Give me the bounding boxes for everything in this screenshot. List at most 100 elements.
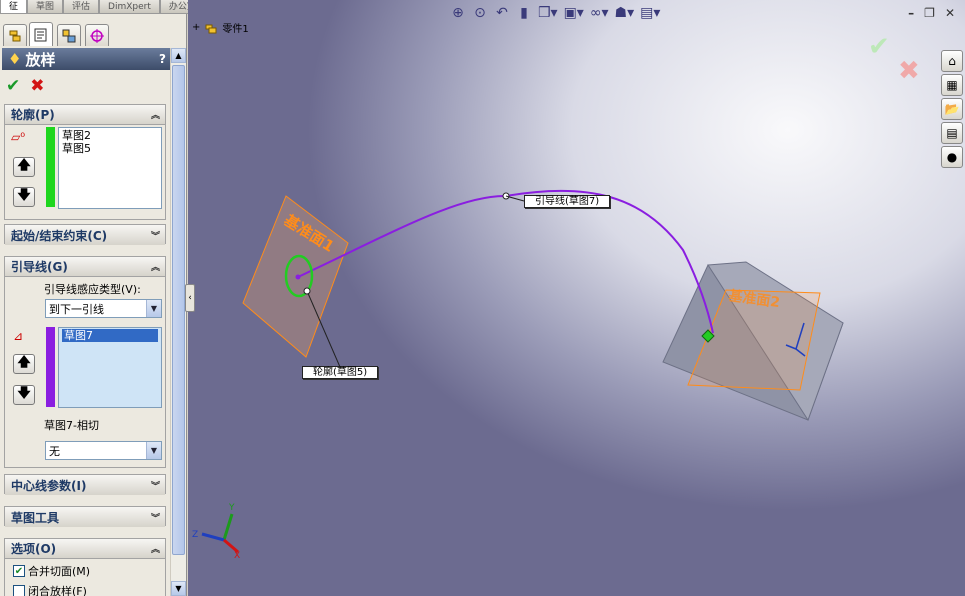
section-view-icon[interactable]: ▮ bbox=[516, 5, 532, 21]
start-end-group-header[interactable]: 起始/结束约束(C) ︾ bbox=[5, 225, 165, 245]
dimxpert-manager-tab[interactable] bbox=[85, 24, 109, 46]
list-item[interactable]: 草图5 bbox=[62, 142, 158, 155]
sketch-tools-group-header[interactable]: 草图工具 ︾ bbox=[5, 507, 165, 527]
edit-appearance-icon[interactable]: ☗▾ bbox=[615, 5, 635, 21]
confirm-cancel-icon[interactable]: ✖ bbox=[898, 56, 920, 86]
arrow-down-icon: 🡇 bbox=[17, 386, 31, 401]
list-item[interactable]: 草图2 bbox=[62, 129, 158, 142]
chevron-up-icon[interactable]: ︽ bbox=[151, 108, 160, 121]
zoom-to-fit-icon[interactable]: ⊕ bbox=[450, 5, 466, 21]
chevron-down-icon[interactable]: ︾ bbox=[151, 479, 160, 492]
options-heading: 选项(O) bbox=[11, 542, 57, 556]
feature-tree-flyout[interactable]: + 零件1 bbox=[192, 20, 249, 35]
move-up-button[interactable]: 🡅 bbox=[13, 157, 35, 177]
list-item[interactable]: 草图7 bbox=[62, 329, 158, 342]
confirmation-corner: ✔ ✖ bbox=[868, 32, 920, 86]
configuration-manager-tab[interactable] bbox=[57, 24, 81, 46]
part-icon bbox=[205, 24, 217, 33]
model-scene: 基准面1 基准面2 Y Z X bbox=[192, 189, 844, 561]
guide-curves-heading: 引导线(G) bbox=[11, 260, 68, 274]
arrow-up-icon: 🡅 bbox=[17, 158, 31, 173]
profile-color-strip bbox=[46, 127, 55, 207]
centerline-heading: 中心线参数(I) bbox=[11, 478, 87, 493]
help-icon[interactable]: ? bbox=[159, 52, 166, 66]
guide-curve[interactable] bbox=[297, 189, 714, 334]
confirm-ok-icon[interactable]: ✔ bbox=[868, 32, 890, 62]
file-explorer-icon[interactable]: 📂 bbox=[941, 98, 963, 120]
apply-scene-icon[interactable]: ▤▾ bbox=[640, 5, 660, 21]
graphics-area[interactable]: 基准面1 基准面2 Y Z X 引导线(草图7) 轮廓(草图5) + 零件1 ⊕… bbox=[188, 0, 965, 596]
cancel-button[interactable]: ✖ bbox=[30, 76, 44, 96]
feature-manager-tab[interactable] bbox=[3, 24, 27, 46]
guide-curves-list[interactable]: 草图7 bbox=[58, 327, 162, 408]
panel-splitter-handle[interactable]: ‹ bbox=[185, 284, 195, 312]
profiles-heading: 轮廓(P) bbox=[11, 108, 55, 122]
profiles-group-header[interactable]: 轮廓(P) ︽ bbox=[5, 105, 165, 125]
sketch-tools-group: 草图工具 ︾ bbox=[4, 506, 166, 527]
guide-curves-group-header[interactable]: 引导线(G) ︽ bbox=[5, 257, 165, 277]
minimize-icon[interactable]: – bbox=[908, 6, 914, 20]
chevron-down-icon[interactable]: ▼ bbox=[146, 442, 161, 459]
property-manager-panel: ♦ 放样 ? ✔ ✖ 轮廓(P) ︽ ▱⁰ 🡅 🡇 草图2 草图5 起始/结束约… bbox=[0, 14, 187, 596]
view-palette-icon[interactable]: ▤ bbox=[941, 122, 963, 144]
property-manager-tab[interactable] bbox=[29, 22, 53, 46]
scroll-up-button[interactable]: ▲ bbox=[171, 48, 186, 63]
previous-view-icon[interactable]: ↶ bbox=[494, 5, 510, 21]
profiles-list[interactable]: 草图2 草图5 bbox=[58, 127, 162, 209]
loft-icon: ♦ bbox=[8, 50, 22, 68]
guide-curves-group: 引导线(G) ︽ 引导线感应类型(V): 到下一引线 ▼ ⊿ 🡅 🡇 草图7 草… bbox=[4, 256, 166, 468]
arrow-up-icon: 🡅 bbox=[17, 355, 31, 370]
chevron-up-icon[interactable]: ︽ bbox=[151, 260, 160, 273]
chevron-down-icon[interactable]: ︾ bbox=[151, 511, 160, 524]
close-loft-option[interactable]: 闭合放样(F) bbox=[13, 583, 87, 596]
display-style-icon[interactable]: ▣▾ bbox=[564, 5, 584, 21]
centerline-parameters-group: 中心线参数(I) ︾ bbox=[4, 474, 166, 495]
manager-tabs bbox=[0, 20, 170, 46]
view-orientation-icon[interactable]: ❒▾ bbox=[538, 5, 558, 21]
restore-icon[interactable]: ❐ bbox=[924, 6, 935, 20]
heads-up-view-toolbar: ⊕ ⊙ ↶ ▮ ❒▾ ▣▾ ∞▾ ☗▾ ▤▾ bbox=[450, 5, 660, 21]
zoom-area-icon[interactable]: ⊙ bbox=[472, 5, 488, 21]
arrow-down-icon: 🡇 bbox=[17, 188, 31, 203]
tab-evaluate[interactable]: 评估 bbox=[63, 0, 100, 14]
expand-icon[interactable]: + bbox=[192, 22, 200, 33]
close-loft-checkbox[interactable] bbox=[13, 585, 25, 596]
chevron-up-icon[interactable]: ︽ bbox=[151, 542, 160, 555]
ok-cancel-row: ✔ ✖ bbox=[6, 76, 45, 96]
tab-features[interactable]: 征 bbox=[0, 0, 28, 14]
ok-button[interactable]: ✔ bbox=[6, 76, 20, 96]
centerline-group-header[interactable]: 中心线参数(I) ︾ bbox=[5, 475, 165, 495]
move-down-button[interactable]: 🡇 bbox=[13, 385, 35, 405]
merge-tangent-faces-checkbox[interactable]: ✔ bbox=[13, 565, 25, 577]
close-loft-label: 闭合放样(F) bbox=[28, 585, 87, 596]
profile-center-point bbox=[295, 274, 301, 280]
tangency-value: 无 bbox=[49, 444, 60, 458]
chevron-down-icon[interactable]: ︾ bbox=[151, 229, 160, 242]
move-down-button[interactable]: 🡇 bbox=[13, 187, 35, 207]
guide-influence-label: 引导线感应类型(V): bbox=[44, 283, 141, 296]
chevron-down-icon[interactable]: ▼ bbox=[146, 300, 161, 317]
scroll-thumb[interactable] bbox=[172, 65, 185, 555]
guide-leader-line bbox=[505, 195, 525, 202]
scroll-down-button[interactable]: ▼ bbox=[171, 581, 186, 596]
appearances-icon[interactable]: ● bbox=[941, 146, 963, 168]
tab-dimxpert[interactable]: DimXpert bbox=[99, 0, 160, 14]
profile-icon: ▱⁰ bbox=[11, 130, 26, 144]
tangency-select[interactable]: 无 ▼ bbox=[45, 441, 162, 460]
close-icon[interactable]: ✕ bbox=[945, 6, 955, 20]
home-icon[interactable]: ⌂ bbox=[941, 50, 963, 72]
tab-sketch[interactable]: 草图 bbox=[27, 0, 64, 14]
profile-handle-point[interactable] bbox=[303, 287, 311, 295]
move-up-button[interactable]: 🡅 bbox=[13, 354, 35, 374]
design-library-icon[interactable]: ▦ bbox=[941, 74, 963, 96]
profile-callout[interactable]: 轮廓(草图5) bbox=[302, 366, 379, 379]
dimxpert-icon bbox=[90, 28, 104, 43]
guide-curve-callout[interactable]: 引导线(草图7) bbox=[524, 195, 611, 208]
hide-show-icon[interactable]: ∞▾ bbox=[590, 5, 609, 21]
triad-x-label: X bbox=[234, 551, 240, 561]
guide-influence-select[interactable]: 到下一引线 ▼ bbox=[45, 299, 162, 318]
feature-tree-icon bbox=[9, 30, 21, 41]
merge-tangent-faces-option[interactable]: ✔ 合并切面(M) bbox=[13, 563, 90, 579]
panel-scrollbar[interactable]: ▲ ▼ bbox=[170, 48, 186, 596]
options-group-header[interactable]: 选项(O) ︽ bbox=[5, 539, 165, 559]
